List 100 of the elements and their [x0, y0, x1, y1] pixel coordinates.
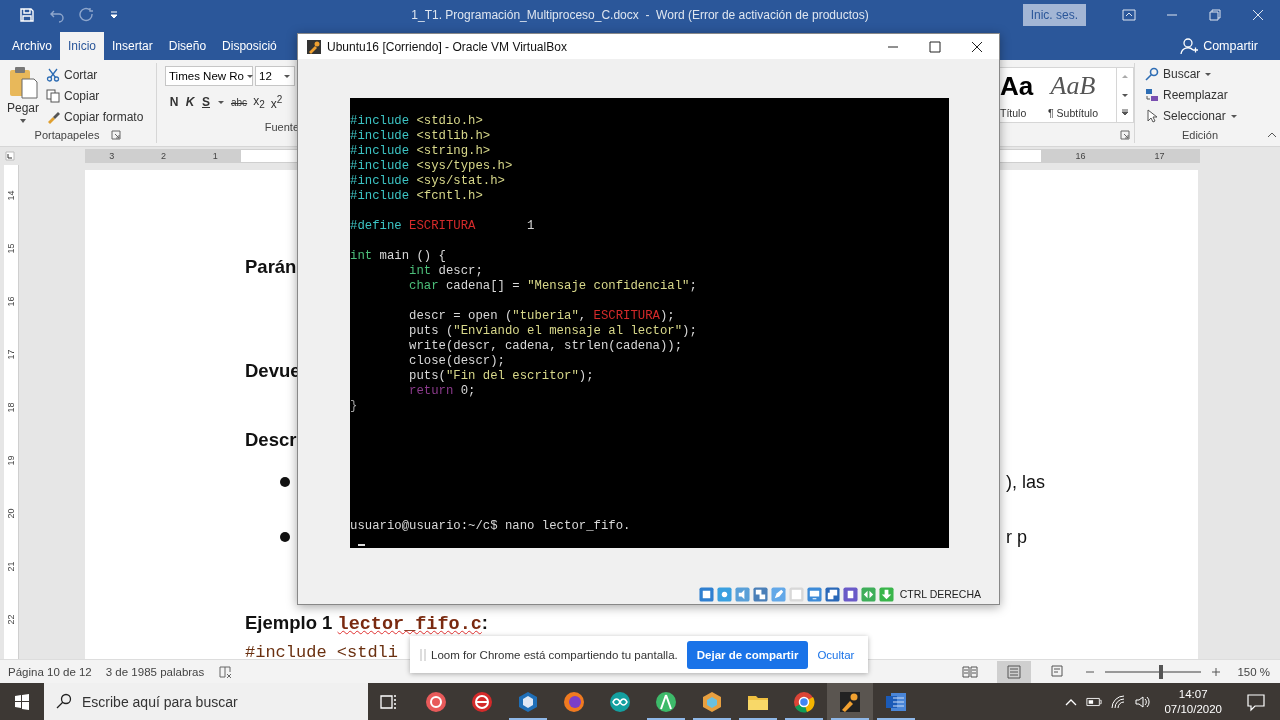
redo-icon[interactable]	[79, 7, 95, 23]
volume-icon[interactable]	[1134, 693, 1151, 710]
window-title: 1_T1. Programación_Multiproceso_C.docx - Word (Error de activación de productos)	[411, 8, 869, 22]
speaker-icon[interactable]	[734, 586, 750, 602]
style-preset[interactable]: AaB ¶ Subtítulo	[1042, 68, 1104, 122]
ruler-number: 21	[4, 561, 17, 572]
code-line: }	[350, 399, 359, 414]
search-icon	[56, 693, 72, 709]
notification-text: Loom for Chrome está compartiendo tu pantalla.	[431, 648, 678, 661]
format-button[interactable]: N	[169, 95, 179, 109]
clipboard-command[interactable]: Copiar formato	[46, 108, 144, 126]
network-icon[interactable]	[752, 586, 768, 602]
code-line: char cadena[] = "Mensaje confidencial";	[408, 279, 698, 294]
app-icon	[307, 39, 321, 54]
hide-link[interactable]: Ocultar	[817, 648, 855, 661]
ruler-number: 3	[109, 151, 115, 161]
clipboard-command[interactable]: Cortar	[46, 66, 144, 84]
zoom-level: 150 %	[1237, 665, 1270, 678]
restore-icon[interactable]	[1207, 7, 1223, 23]
clock-date[interactable]: 07/10/2020	[1164, 701, 1222, 717]
bullet-icon	[280, 532, 290, 542]
format-button[interactable]: K	[185, 95, 195, 109]
stop-sharing-button[interactable]: Dejar de compartir	[686, 640, 809, 669]
customize-icon[interactable]	[109, 10, 119, 20]
code-line: #include <sys/stat.h>	[350, 174, 506, 189]
example-heading: Ejemplo 1 lector_fifo.c:	[245, 611, 489, 637]
ribbon-display-icon[interactable]	[1121, 7, 1137, 23]
wheel-icon	[793, 690, 815, 713]
drag-handle-icon[interactable]	[420, 647, 426, 662]
maximize-icon[interactable]	[927, 38, 943, 55]
zoom-in-icon[interactable]	[1211, 666, 1222, 677]
search-field[interactable]: Escribe aquí para buscar	[44, 683, 368, 720]
arrows-icon[interactable]	[860, 586, 876, 602]
sign-in-button[interactable]: Inic. ses.	[1022, 4, 1086, 26]
code-line: #include <sys/types.h>	[350, 159, 514, 174]
editing-command[interactable]: Buscar	[1145, 65, 1255, 83]
ribbon-tab[interactable]: Archivo	[4, 32, 60, 60]
page-count: Página 10 de 12	[8, 665, 92, 678]
ruler-number: 17	[4, 349, 17, 360]
person-add-icon	[1180, 37, 1199, 55]
windows-stack-icon[interactable]	[824, 586, 840, 602]
format-button[interactable]: S	[201, 95, 211, 109]
document-icon	[885, 690, 907, 713]
format-button[interactable]: x$_{2}$	[253, 93, 265, 111]
clock-time[interactable]: 14:07	[1178, 686, 1208, 702]
tab-stop-icon[interactable]	[5, 151, 15, 161]
ruler-number: 14	[4, 190, 17, 201]
cube-icon	[517, 690, 539, 713]
view-button[interactable]	[997, 660, 1032, 683]
share-button[interactable]: Compartir	[1180, 32, 1258, 60]
notification-icon[interactable]	[1246, 691, 1266, 712]
ribbon-tab[interactable]: Inicio	[60, 32, 105, 60]
format-button[interactable]: x$^{2}$	[270, 93, 283, 111]
search-icon	[1145, 67, 1159, 81]
style-preset[interactable]: Aa Título	[1000, 68, 1042, 122]
slider-thumb[interactable]	[1159, 664, 1164, 679]
code-line: #define ESCRITURA 1	[350, 219, 536, 234]
download-icon[interactable]	[878, 586, 894, 602]
font-size-dropdown[interactable]: 12	[255, 66, 295, 86]
ruler-number: 2	[160, 151, 166, 161]
wifi-icon[interactable]	[1110, 693, 1127, 710]
editing-command[interactable]: Reemplazar	[1145, 86, 1255, 104]
chip-icon[interactable]	[842, 586, 858, 602]
replace-icon	[1145, 88, 1159, 102]
code-line: #include <string.h>	[350, 144, 492, 159]
ribbon-tab[interactable]: Diseño	[160, 32, 215, 60]
collapse-ribbon-icon[interactable]	[1267, 130, 1277, 140]
shell-prompt: usuario@usuario:~/c$ nano lector_fifo.	[350, 519, 631, 534]
font-name-dropdown[interactable]: Times New Ro	[165, 66, 253, 86]
code-line: #include <stdio.h>	[350, 114, 484, 129]
copy-icon	[46, 89, 60, 103]
code-line: close(descr);	[408, 354, 506, 369]
paragraph-text: ), las	[1006, 471, 1045, 494]
format-button[interactable]: abc	[231, 96, 248, 108]
ruler-number: 20	[4, 508, 17, 519]
ribbon-tab[interactable]: Disposició	[214, 32, 277, 60]
group-label: Portapapeles	[34, 129, 100, 141]
infinity-icon	[609, 690, 631, 713]
ribbon-tab[interactable]: Insertar	[104, 32, 161, 60]
paste-button[interactable]: Pegar	[0, 63, 46, 127]
text-cursor	[358, 544, 365, 546]
save-icon[interactable]	[19, 7, 35, 23]
editing-command[interactable]: Seleccionar	[1145, 107, 1255, 125]
caret-icon	[246, 72, 254, 80]
dialog-launcher-icon[interactable]	[111, 130, 122, 140]
code-line: int descr;	[408, 264, 484, 279]
more-icon[interactable]	[1121, 109, 1129, 117]
section-heading: Parán	[245, 255, 297, 279]
caret-icon	[283, 72, 291, 80]
monitor-icon[interactable]	[806, 586, 822, 602]
bullet-icon	[280, 477, 290, 487]
taskbar-app[interactable]	[827, 683, 873, 720]
code-line: puts("Fin del escritor");	[408, 369, 595, 384]
section-heading: Descr	[245, 428, 297, 452]
down-arrow-icon[interactable]	[1121, 91, 1129, 99]
caret-icon[interactable]	[217, 98, 225, 106]
clipboard-command[interactable]: Copiar	[46, 87, 144, 105]
dialog-launcher-icon[interactable]	[1120, 130, 1130, 140]
pointer-icon	[1145, 109, 1159, 123]
code-line: #include <fcntl.h>	[350, 189, 484, 204]
